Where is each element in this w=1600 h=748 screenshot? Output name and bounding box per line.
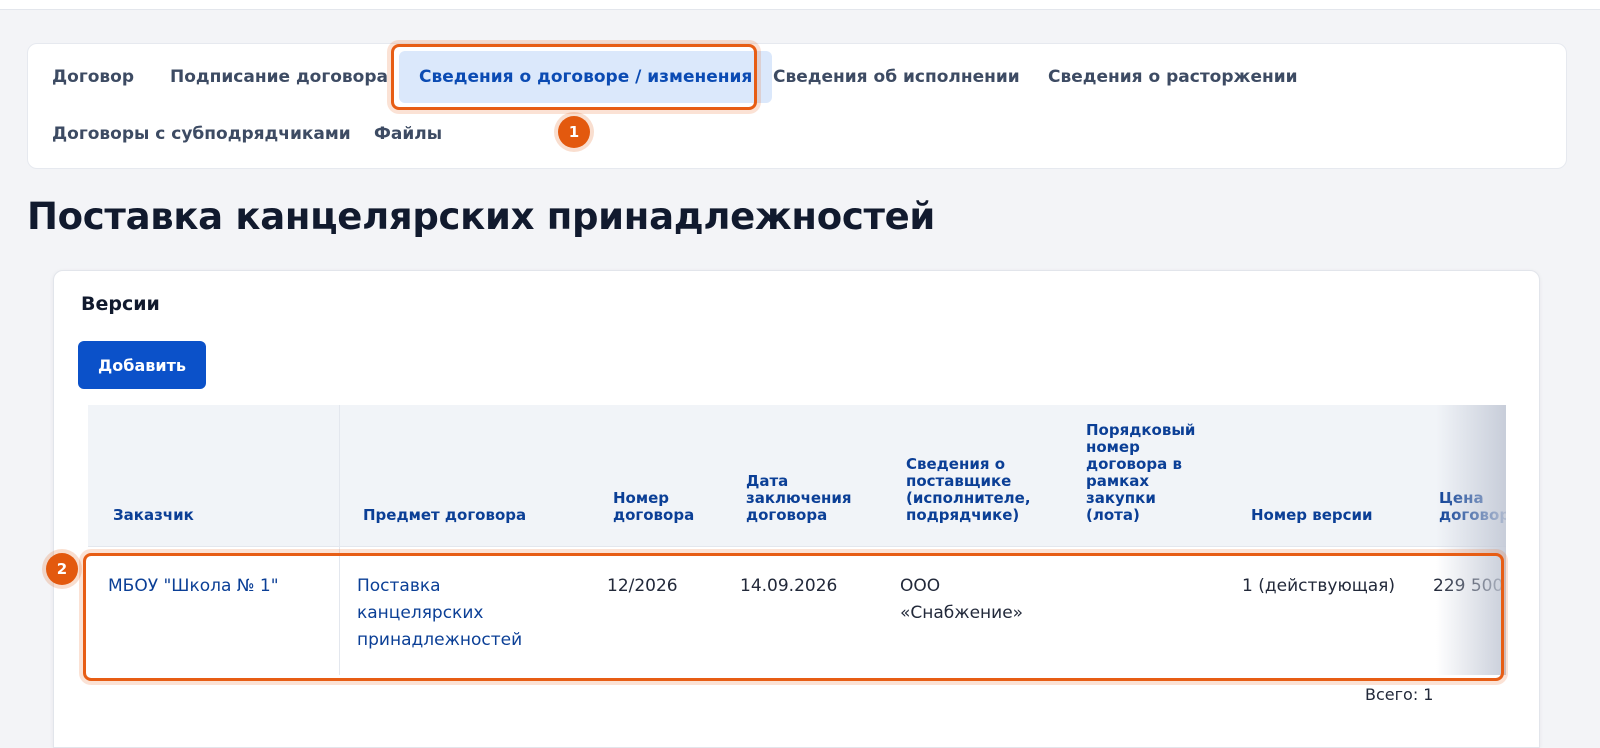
column-header-customer[interactable]: Заказчик [113, 507, 194, 524]
step-marker-1: 1 [558, 116, 590, 148]
tab-termination-info[interactable]: Сведения о расторжении [1048, 51, 1298, 103]
column-header-contract-price[interactable]: Цена договора [1439, 490, 1506, 524]
cell-contract-price: 229 500 [1433, 576, 1504, 596]
total-count: Всего: 1 [1365, 685, 1434, 704]
cell-supplier: ООО «Снабжение» [900, 576, 1024, 623]
tab-signing[interactable]: Подписание договора [170, 51, 388, 103]
column-header-supplier[interactable]: Сведения о поставщике (исполнителе, подр… [906, 456, 1031, 524]
cell-version-number: 1 (действующая) [1242, 576, 1396, 596]
tab-contract[interactable]: Договор [52, 51, 134, 103]
tab-files[interactable]: Файлы [374, 108, 442, 160]
tab-subcontractor-contracts[interactable]: Договоры с субподрядчиками [52, 108, 351, 160]
page-title: Поставка канцелярских принадлежностей [27, 195, 936, 238]
tabs-navigation: Договор Подписание договора Сведения о д… [27, 43, 1567, 169]
column-header-subject[interactable]: Предмет договора [363, 507, 526, 524]
table-header: Заказчик Предмет договора Номер договора… [88, 405, 1506, 547]
step-marker-2: 2 [46, 553, 78, 585]
column-divider [339, 405, 340, 675]
tab-contract-info-changes[interactable]: Сведения о договоре / изменения [399, 51, 773, 103]
cell-subject[interactable]: Поставка канцелярских принадлежностей [357, 573, 522, 654]
column-header-version-number[interactable]: Номер версии [1251, 507, 1373, 524]
column-header-contract-number[interactable]: Номер договора [613, 490, 694, 524]
top-bar [0, 0, 1600, 10]
cell-contract-number: 12/2026 [607, 576, 678, 596]
add-version-button[interactable]: Добавить [78, 341, 206, 389]
column-header-lot-number[interactable]: Порядковый номер договора в рамках закуп… [1086, 422, 1195, 524]
table-row[interactable]: МБОУ "Школа № 1" Поставка канцелярских п… [88, 547, 1506, 675]
cell-customer[interactable]: МБОУ "Школа № 1" [108, 573, 279, 600]
versions-title: Версии [81, 293, 160, 315]
column-header-contract-date[interactable]: Дата заключения договора [746, 473, 852, 524]
tab-execution-info[interactable]: Сведения об исполнении [773, 51, 1020, 103]
versions-panel: Версии Добавить Заказчик Предмет договор… [53, 270, 1540, 748]
versions-table: Заказчик Предмет договора Номер договора… [88, 405, 1506, 675]
cell-contract-date: 14.09.2026 [740, 576, 838, 596]
